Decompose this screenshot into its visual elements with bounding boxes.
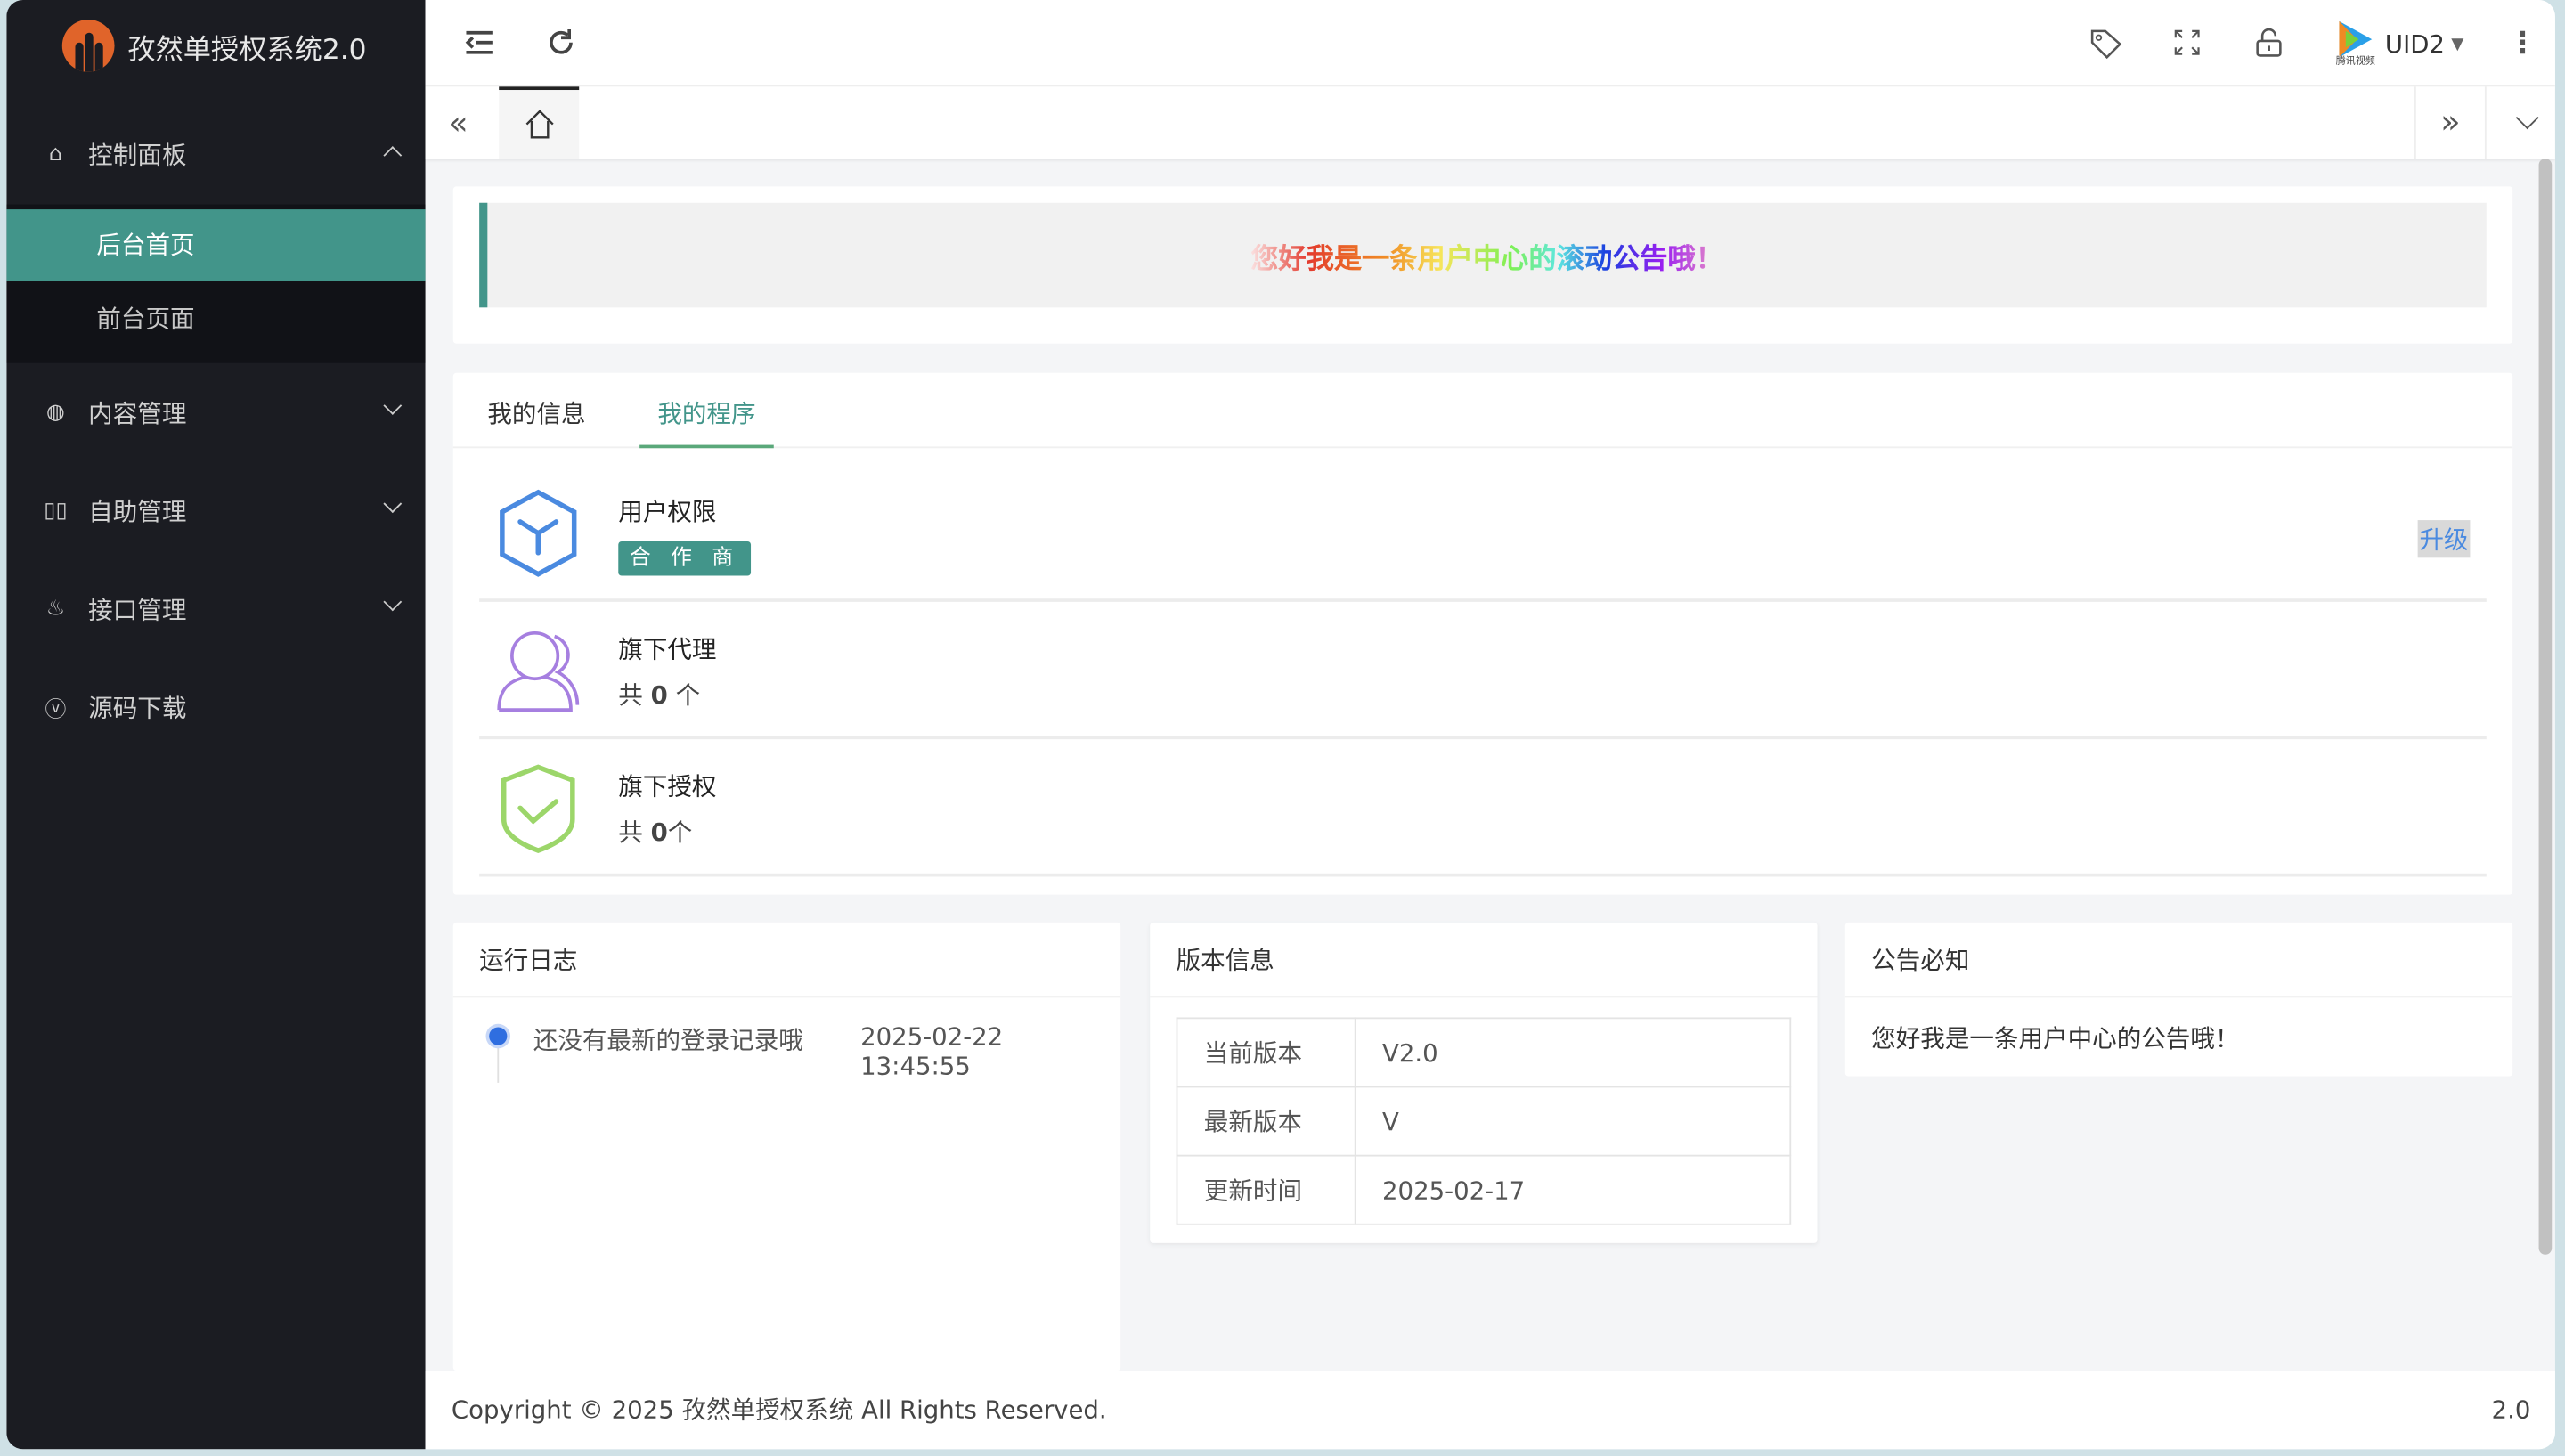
avatar-caption: 腾讯视频 (2333, 55, 2379, 68)
list-item-permission: 用户权限 合 作 商 升级 (479, 465, 2487, 602)
home-icon (525, 110, 553, 139)
timeline-dot-icon (489, 1027, 508, 1045)
globe-icon: ◍ (46, 400, 65, 425)
username: UID2 (2384, 29, 2445, 60)
chevron-down-icon (383, 592, 403, 612)
upgrade-link[interactable]: 升级 (2417, 520, 2471, 558)
scrollbar[interactable] (2538, 159, 2553, 1255)
fire-icon: ♨ (45, 596, 66, 622)
log-title: 运行日志 (452, 923, 1121, 998)
top-header: 腾讯视频 UID2 ▼ ⋮ (425, 0, 2555, 87)
scroll-right-icon[interactable]: » (2414, 86, 2487, 159)
submenu: 后台首页 前台页面 (6, 204, 426, 363)
scroll-left-icon[interactable]: « (448, 103, 468, 142)
table-row: 更新时间 2025-02-17 (1176, 1154, 1792, 1225)
download-icon: ⓥ (45, 697, 67, 722)
cube-icon (500, 489, 577, 577)
log-card: 运行日志 还没有最新的登录记录哦 2025-02-22 13:45:55 (452, 922, 1121, 1371)
sidebar-item-dashboard[interactable]: ⌂ 控制面板 (6, 118, 425, 190)
announcement-card: 公告必知 您好我是一条用户中心的公告哦！ (1844, 922, 2513, 1077)
role-badge: 合 作 商 (618, 541, 752, 576)
version-card: 版本信息 当前版本 V2.0 最新版本 V 更新时间 2025-02-17 (1150, 922, 1818, 1243)
row-title: 旗下代理 (618, 634, 717, 664)
sidebar-item-front-page[interactable]: 前台页面 (6, 283, 425, 355)
collapse-menu-icon[interactable] (460, 23, 499, 62)
tag-icon[interactable] (2086, 23, 2125, 62)
tab-my-program[interactable]: 我的程序 (639, 395, 774, 449)
home-icon: ⌂ (48, 141, 63, 167)
refresh-icon[interactable] (542, 23, 581, 62)
more-vertical-icon[interactable]: ⋮ (2503, 23, 2542, 62)
row-count: 共 0 个 (618, 680, 701, 711)
log-entry-text: 还没有最新的登录记录哦 (533, 1025, 803, 1055)
scrolling-notice: 您好我是一条用户中心的滚动公告哦！ (479, 202, 2487, 308)
user-menu[interactable]: 腾讯视频 UID2 ▼ (2333, 20, 2463, 69)
sidebar-item-admin-home[interactable]: 后台首页 (6, 209, 426, 281)
table-row: 最新版本 V (1176, 1086, 1792, 1157)
sidebar-item-content[interactable]: ◍ 内容管理 (6, 376, 425, 448)
tabs-menu-chevron-icon[interactable] (2515, 106, 2539, 130)
tab-bar: « » (425, 86, 2555, 159)
row-count: 共 0个 (618, 817, 693, 848)
notice-card: 您好我是一条用户中心的滚动公告哦！ (452, 186, 2513, 344)
caret-down-icon: ▼ (2451, 35, 2464, 53)
announcement-text: 您好我是一条用户中心的公告哦！ (1871, 1023, 2240, 1053)
announcement-title: 公告必知 (1844, 923, 2513, 998)
log-entry-time: 2025-02-22 13:45:55 (860, 1021, 1004, 1082)
table-row: 当前版本 V2.0 (1176, 1017, 1792, 1088)
version-title: 版本信息 (1150, 923, 1818, 998)
avatar-logo-icon (2339, 20, 2373, 58)
copyright: Copyright © 2025 孜然单授权系统 All Rights Rese… (451, 1395, 1107, 1425)
sidebar-item-api[interactable]: ♨ 接口管理 (6, 573, 425, 645)
avatar: 腾讯视频 (2333, 20, 2379, 69)
list-item-agents: 旗下代理 共 0 个 (479, 602, 2487, 740)
row-title: 用户权限 (618, 497, 717, 527)
chevron-up-icon (383, 146, 403, 165)
sidebar-item-download[interactable]: ⓥ 源码下载 (6, 671, 425, 743)
tab-home[interactable] (499, 86, 580, 159)
fullscreen-icon[interactable] (2168, 23, 2207, 62)
shield-check-icon (501, 764, 575, 854)
logo-icon (61, 20, 115, 72)
notice-text: 您好我是一条用户中心的滚动公告哦！ (1250, 235, 1723, 276)
list-item-authorizations: 旗下授权 共 0个 (479, 739, 2487, 877)
toggle-icon: ▯▯ (44, 498, 68, 523)
tab-my-info[interactable]: 我的信息 (487, 395, 585, 430)
users-icon (497, 630, 580, 712)
app-title: 孜然单授权系统2.0 (127, 33, 367, 67)
footer: Copyright © 2025 孜然单授权系统 All Rights Rese… (425, 1371, 2555, 1450)
footer-version: 2.0 (2491, 1395, 2531, 1425)
chevron-down-icon (383, 494, 403, 514)
row-title: 旗下授权 (618, 771, 717, 801)
program-card: 我的信息 我的程序 用户权限 合 作 商 升级 旗下代理 共 0 个 旗下授权 … (452, 372, 2513, 895)
app-window: 孜然单授权系统2.0 ⌂ 控制面板 后台首页 前台页面 ◍ 内容管理 ▯▯ 自助… (6, 0, 2555, 1450)
sidebar-item-self-service[interactable]: ▯▯ 自助管理 (6, 475, 425, 547)
lock-icon[interactable] (2249, 23, 2288, 62)
chevron-down-icon (383, 396, 403, 415)
sidebar: 孜然单授权系统2.0 ⌂ 控制面板 后台首页 前台页面 ◍ 内容管理 ▯▯ 自助… (6, 0, 426, 1450)
logo[interactable]: 孜然单授权系统2.0 (61, 20, 367, 72)
version-table: 当前版本 V2.0 最新版本 V 更新时间 2025-02-17 (1176, 1017, 1792, 1225)
